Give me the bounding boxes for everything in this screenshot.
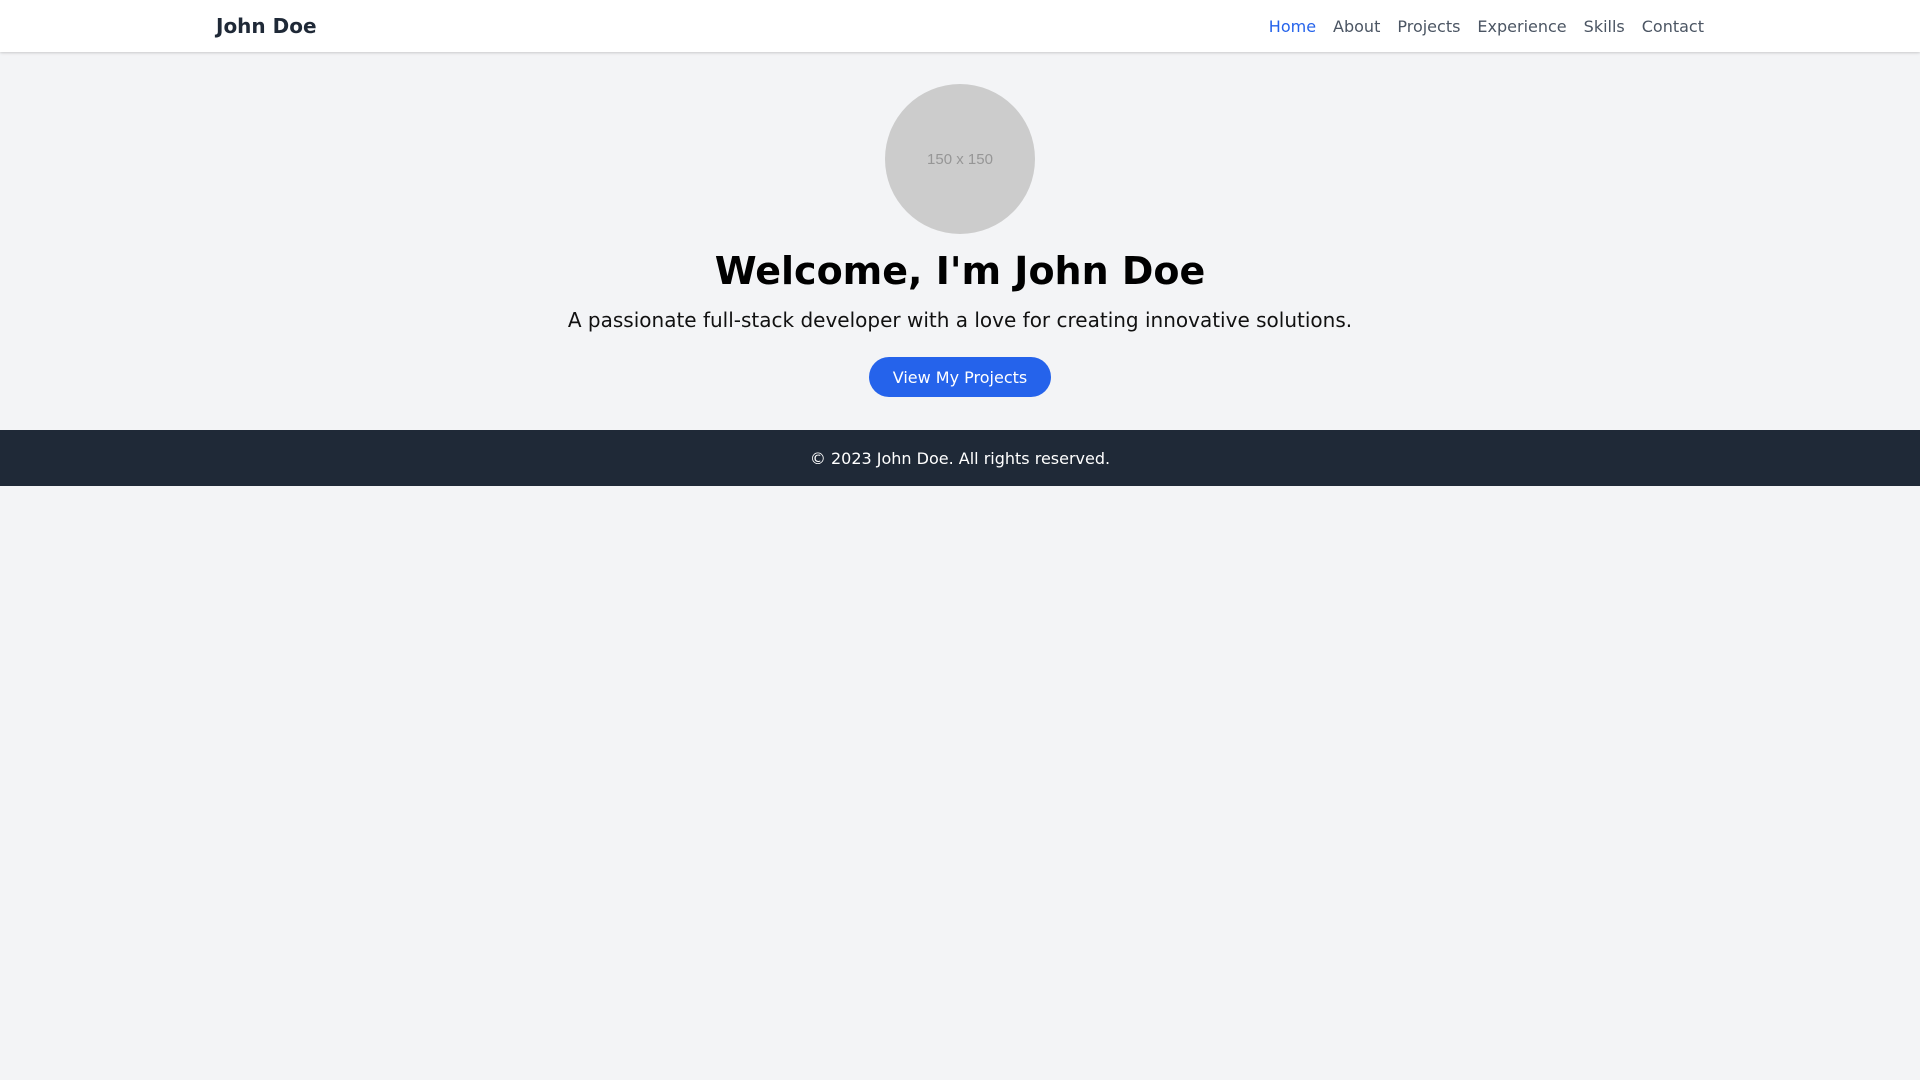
view-projects-button[interactable]: View My Projects <box>868 357 1052 397</box>
brand-logo[interactable]: John Doe <box>216 14 317 38</box>
nav-link-experience[interactable]: Experience <box>1477 17 1566 36</box>
nav-link-projects[interactable]: Projects <box>1397 17 1460 36</box>
hero-subtitle: A passionate full-stack developer with a… <box>567 308 1353 332</box>
nav-link-home[interactable]: Home <box>1269 17 1316 36</box>
navbar-container: John Doe Home About Projects Experience … <box>216 0 1704 52</box>
footer-copyright: © 2023 John Doe. All rights reserved. <box>809 448 1111 468</box>
nav-link-skills[interactable]: Skills <box>1584 17 1625 36</box>
avatar-placeholder-label: 150 x 150 <box>927 150 993 168</box>
hero-title: Welcome, I'm John Doe <box>714 249 1206 293</box>
hero-section: 150 x 150 Welcome, I'm John Doe A passio… <box>0 52 1920 430</box>
navbar: John Doe Home About Projects Experience … <box>0 0 1920 52</box>
footer: © 2023 John Doe. All rights reserved. <box>0 430 1920 486</box>
nav-link-about[interactable]: About <box>1333 17 1380 36</box>
avatar: 150 x 150 <box>885 84 1035 234</box>
nav-links: Home About Projects Experience Skills Co… <box>1269 17 1704 36</box>
nav-link-contact[interactable]: Contact <box>1642 17 1704 36</box>
